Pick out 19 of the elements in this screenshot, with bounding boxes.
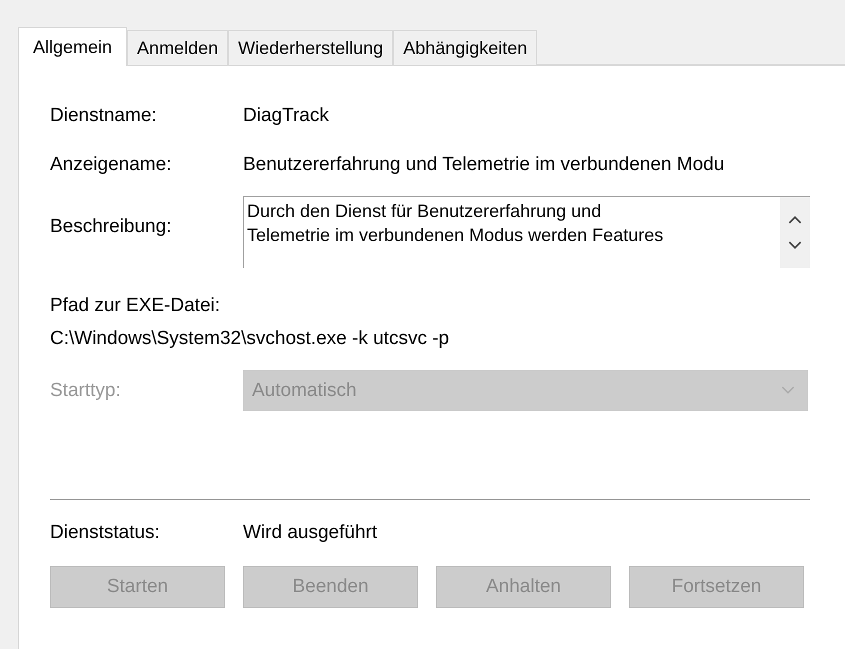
service-name-value: DiagTrack [243, 105, 329, 127]
description-field[interactable]: Durch den Dienst für Benutzererfahrung und Telemetrie im verbundenen Modus werden Features [243, 196, 810, 268]
scroll-up-icon[interactable] [788, 214, 802, 224]
service-status-value: Wird ausgeführt [243, 522, 378, 544]
tab[interactable]: Wiederherstellung [228, 30, 394, 65]
scrollbar[interactable] [780, 197, 810, 268]
field-label: Dienstname: [50, 105, 158, 127]
tab[interactable]: Allgemein [18, 27, 128, 66]
field-label: Anzeigename: [50, 154, 172, 176]
field-label: Pfad zur EXE-Datei: [50, 295, 220, 317]
tab[interactable]: Anmelden [127, 30, 228, 65]
field-label: Beschreibung: [50, 216, 172, 238]
field-label: Starttyp: [50, 380, 122, 402]
chevron-down-icon [781, 386, 795, 395]
tab[interactable]: Abhängigkeiten [393, 30, 538, 65]
scroll-down-icon[interactable] [788, 241, 802, 250]
display-name-value: Benutzererfahrung und Telemetrie im verbundenen Modu [243, 154, 724, 176]
field-label: Dienststatus: [50, 522, 161, 544]
exe-path-value: C:\Windows\System32\svchost.exe -k utcsvc -p [50, 328, 450, 350]
